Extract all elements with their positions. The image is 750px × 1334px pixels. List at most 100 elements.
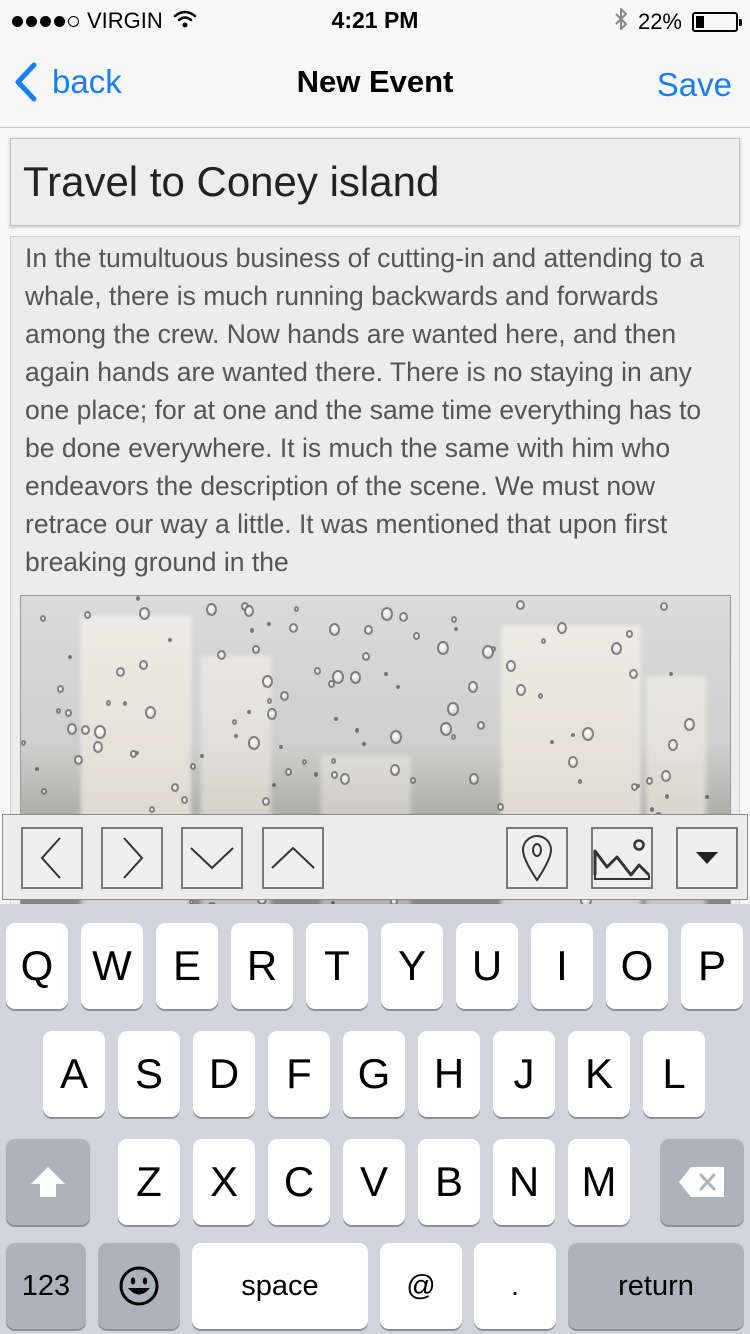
key-h[interactable]: H — [418, 1031, 480, 1117]
key-m[interactable]: M — [568, 1139, 630, 1225]
bluetooth-icon — [614, 7, 628, 37]
raindrop — [139, 660, 148, 670]
emoji-key[interactable] — [98, 1243, 180, 1329]
key-f[interactable]: F — [268, 1031, 330, 1117]
raindrop — [362, 742, 366, 746]
delete-key[interactable] — [660, 1139, 744, 1225]
raindrop — [413, 632, 420, 640]
raindrop — [665, 794, 669, 799]
event-title-field[interactable]: Travel to Coney island — [10, 138, 740, 226]
key-a[interactable]: A — [43, 1031, 105, 1117]
more-options-button[interactable] — [676, 827, 738, 889]
key-g[interactable]: G — [343, 1031, 405, 1117]
return-key[interactable]: return — [568, 1243, 744, 1329]
chevron-left-icon — [40, 837, 61, 879]
event-body-editor[interactable]: In the tumultuous business of cutting-in… — [10, 236, 740, 906]
key-s[interactable]: S — [118, 1031, 180, 1117]
key-e[interactable]: E — [156, 923, 218, 1009]
raindrop — [116, 667, 125, 677]
key-v[interactable]: V — [343, 1139, 405, 1225]
raindrop — [136, 596, 140, 601]
navigation-bar: back New Event Save — [0, 40, 750, 128]
key-y[interactable]: Y — [381, 923, 443, 1009]
key-j[interactable]: J — [493, 1031, 555, 1117]
raindrop — [340, 773, 350, 785]
shift-key[interactable] — [6, 1139, 90, 1225]
add-image-button[interactable] — [591, 827, 653, 889]
image-icon — [593, 839, 651, 880]
raindrop — [234, 734, 238, 738]
key-u[interactable]: U — [456, 923, 518, 1009]
raindrop — [149, 806, 155, 813]
raindrop — [181, 796, 188, 804]
previous-button[interactable] — [21, 827, 83, 889]
raindrop — [557, 622, 567, 634]
raindrop — [248, 736, 260, 750]
raindrop — [381, 607, 393, 621]
raindrop — [244, 605, 254, 617]
raindrop — [314, 667, 321, 675]
move-up-button[interactable] — [262, 827, 324, 889]
key-z[interactable]: Z — [118, 1139, 180, 1225]
raindrop — [390, 730, 402, 744]
numbers-key[interactable]: 123 — [6, 1243, 86, 1329]
raindrop — [94, 725, 106, 739]
raindrop — [578, 779, 582, 784]
raindrop — [684, 718, 695, 731]
key-k[interactable]: K — [568, 1031, 630, 1117]
key-x[interactable]: X — [193, 1139, 255, 1225]
event-body-text[interactable]: In the tumultuous business of cutting-in… — [25, 239, 725, 581]
key-w[interactable]: W — [81, 923, 143, 1009]
key-n[interactable]: N — [493, 1139, 555, 1225]
move-down-button[interactable] — [181, 827, 243, 889]
add-location-button[interactable] — [506, 827, 568, 889]
raindrop — [668, 739, 678, 751]
raindrop — [250, 628, 254, 633]
location-pin-icon — [521, 835, 553, 882]
raindrop — [171, 783, 179, 792]
key-t[interactable]: T — [306, 923, 368, 1009]
raindrop — [40, 615, 46, 622]
raindrop — [611, 642, 622, 655]
space-key[interactable]: space — [192, 1243, 368, 1329]
key-q[interactable]: Q — [6, 923, 68, 1009]
raindrop — [123, 701, 127, 706]
save-button[interactable]: Save — [657, 66, 732, 104]
raindrop — [384, 672, 388, 676]
raindrop — [280, 691, 289, 701]
key-i[interactable]: I — [531, 923, 593, 1009]
raindrop — [362, 652, 370, 661]
raindrop — [538, 693, 543, 699]
raindrop — [440, 722, 452, 736]
raindrop — [252, 645, 260, 654]
raindrop — [262, 675, 273, 688]
caret-down-icon — [696, 852, 718, 864]
key-r[interactable]: R — [231, 923, 293, 1009]
key-b[interactable]: B — [418, 1139, 480, 1225]
key-c[interactable]: C — [268, 1139, 330, 1225]
chevron-down-icon — [190, 847, 234, 870]
raindrop — [93, 741, 103, 753]
raindrop — [331, 758, 336, 764]
next-button[interactable] — [101, 827, 163, 889]
period-key[interactable]: . — [474, 1243, 556, 1329]
raindrop — [41, 788, 47, 795]
keyboard: QWERTYUIOP ASDFGHJKL ZXCVBNM 123 space @… — [0, 904, 750, 1334]
raindrop — [21, 740, 26, 746]
raindrop — [289, 623, 298, 633]
raindrop — [364, 625, 373, 635]
at-key[interactable]: @ — [380, 1243, 462, 1329]
raindrop — [206, 603, 217, 616]
raindrop — [294, 606, 299, 612]
battery-icon — [692, 12, 742, 32]
raindrop — [200, 754, 204, 758]
key-o[interactable]: O — [606, 923, 668, 1009]
raindrop — [396, 685, 400, 689]
raindrop — [399, 612, 408, 622]
key-p[interactable]: P — [681, 923, 743, 1009]
key-d[interactable]: D — [193, 1031, 255, 1117]
key-l[interactable]: L — [643, 1031, 705, 1117]
raindrop — [68, 655, 72, 659]
raindrop — [582, 727, 594, 741]
raindrop — [145, 706, 156, 719]
